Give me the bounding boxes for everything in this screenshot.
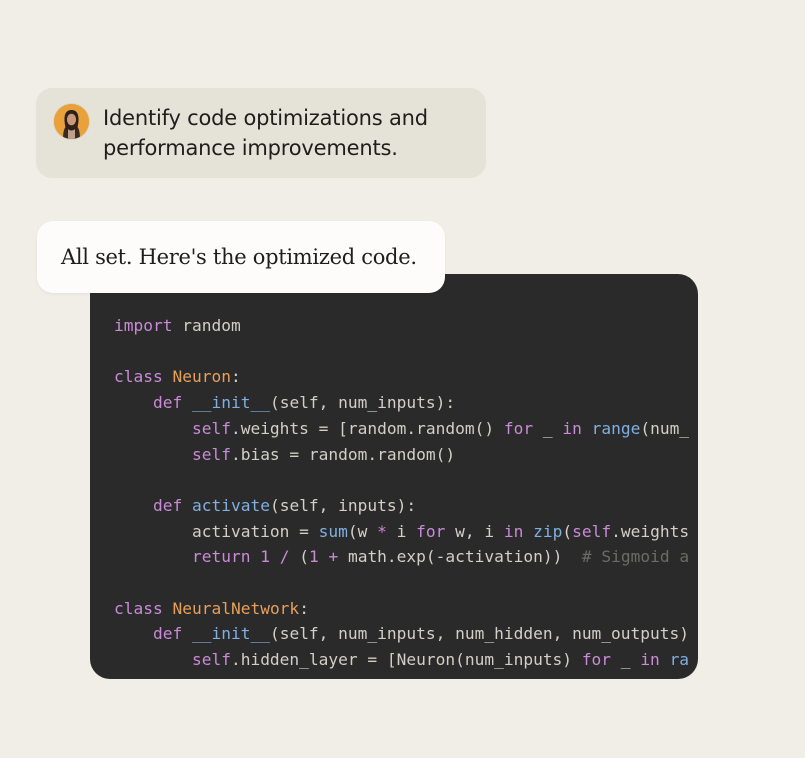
code-line-3: class Neuron: [114,367,241,387]
code-line-8: def activate(self, inputs): [152,495,417,515]
code-content: import random class Neuron: def __init__… [114,313,689,673]
code-line-9: activation = sum(w * i for w, i in zip(s… [114,521,690,541]
code-line-12: class NeuralNetwork: [114,598,309,618]
code-line-1: import random [114,316,241,335]
code-line-4: def __init__(self, num_inputs): [152,393,456,413]
user-message-text: Identify code optimizations and performa… [103,106,428,160]
code-line-10: return 1 / (1 + math.exp(-activation)) #… [191,547,690,567]
user-avatar [54,104,89,139]
code-line-5: self.weights = [random.random() for _ in… [191,418,690,438]
code-line-14: self.hidden_layer = [Neuron(num_inputs) … [191,650,690,670]
code-block: import random class Neuron: def __init__… [90,274,698,679]
assistant-message-text: All set. Here's the optimized code. [61,245,417,269]
user-message-bubble: Identify code optimizations and performa… [36,88,486,178]
user-avatar-photo-icon [54,104,89,139]
assistant-message-bubble: All set. Here's the optimized code. [37,221,445,293]
code-line-13: def __init__(self, num_inputs, num_hidde… [152,624,690,644]
code-line-6: self.bias = random.random() [191,444,456,464]
